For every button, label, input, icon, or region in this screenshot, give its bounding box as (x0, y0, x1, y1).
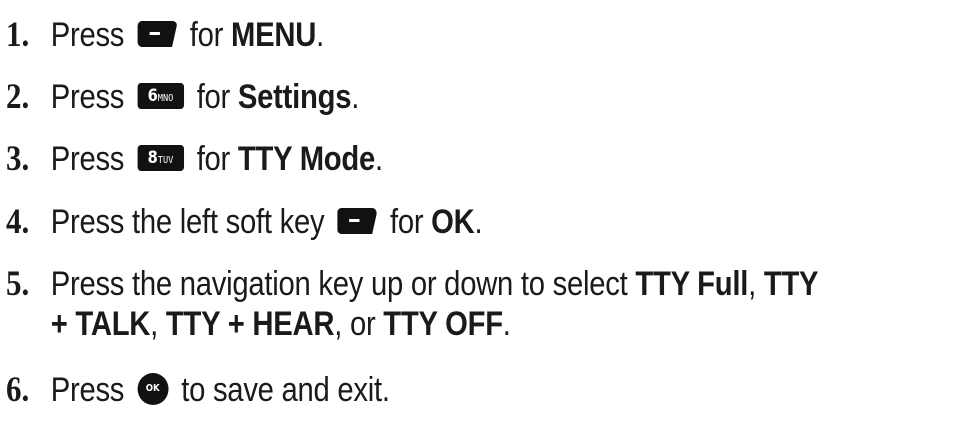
left-soft-key-icon (337, 208, 377, 235)
step-3: 3. Press 8TUV for TTY Mode. (6, 138, 383, 178)
step-2: 2. Press 6MNO for Settings. (6, 76, 360, 116)
key-6-mno-icon: 6MNO (137, 83, 184, 110)
ok-label: OK (431, 203, 475, 241)
tty-off-option: TTY OFF (383, 305, 503, 343)
step-number: 6. (6, 369, 30, 409)
step-6: 6. Press OK to save and exit. (6, 369, 390, 409)
step-5-continued: + TALK, TTY + HEAR, or TTY OFF. (50, 305, 511, 343)
instruction-list: 1. Press for MENU. 2. Press 6MNO for Setti… (0, 0, 955, 434)
key-8-tuv-icon: 8TUV (137, 145, 184, 172)
tty-talk-option-cont: + TALK (50, 305, 151, 343)
step-number: 2. (6, 76, 30, 116)
step-number: 3. (6, 138, 30, 178)
step-1: 1. Press for MENU. (6, 14, 324, 54)
step-number: 1. (6, 14, 30, 54)
tty-talk-option: TTY (763, 265, 819, 303)
tty-mode-label: TTY Mode (237, 140, 376, 178)
tty-full-option: TTY Full (635, 265, 749, 303)
tty-hear-option: TTY + HEAR (165, 305, 335, 343)
settings-label: Settings (237, 78, 352, 116)
step-number: 5. (6, 263, 30, 303)
step-number: 4. (6, 201, 30, 241)
ok-key-icon: OK (137, 373, 169, 406)
left-soft-key-icon (137, 21, 177, 48)
step-4: 4. Press the left soft key for OK. (6, 201, 483, 241)
menu-label: MENU (231, 16, 317, 54)
step-5: 5. Press the navigation key up or down to… (6, 263, 819, 303)
